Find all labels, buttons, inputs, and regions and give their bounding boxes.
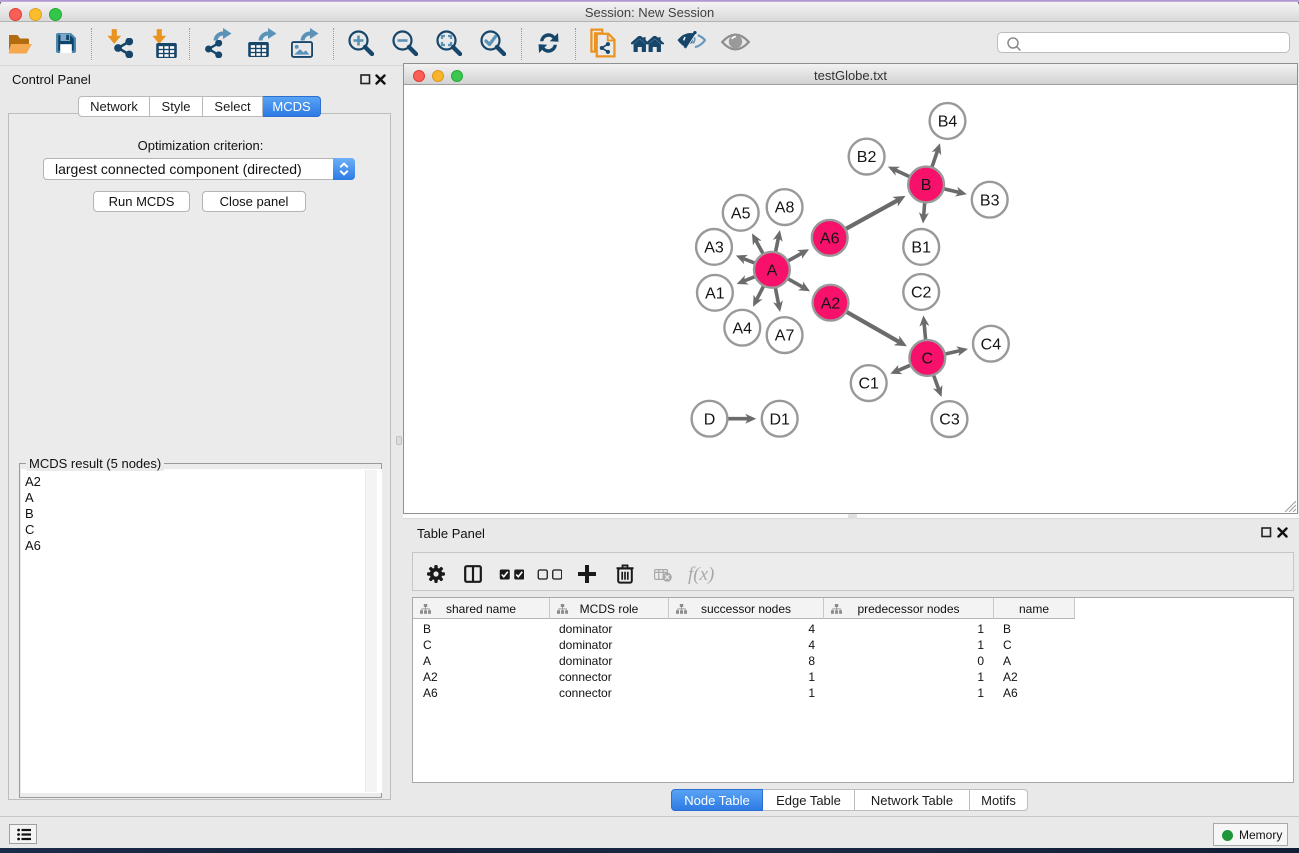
svg-text:C2: C2 <box>911 285 932 302</box>
svg-text:C: C <box>922 351 934 368</box>
svg-text:D: D <box>704 411 716 428</box>
svg-text:A2: A2 <box>821 295 841 312</box>
svg-text:A3: A3 <box>704 240 724 257</box>
svg-text:B: B <box>921 177 932 194</box>
svg-text:A6: A6 <box>820 230 840 247</box>
svg-text:C4: C4 <box>981 336 1002 353</box>
svg-text:A1: A1 <box>705 285 725 302</box>
svg-text:A: A <box>767 262 778 279</box>
svg-text:B4: B4 <box>938 114 958 131</box>
svg-text:A4: A4 <box>733 320 753 337</box>
svg-text:B1: B1 <box>911 240 931 257</box>
svg-text:B2: B2 <box>857 149 877 166</box>
svg-text:C1: C1 <box>858 376 879 393</box>
svg-text:A8: A8 <box>775 200 795 217</box>
svg-text:C3: C3 <box>939 412 960 429</box>
svg-text:B3: B3 <box>980 192 1000 209</box>
svg-text:D1: D1 <box>769 411 790 428</box>
svg-text:A7: A7 <box>775 328 795 345</box>
svg-text:A5: A5 <box>731 205 751 222</box>
